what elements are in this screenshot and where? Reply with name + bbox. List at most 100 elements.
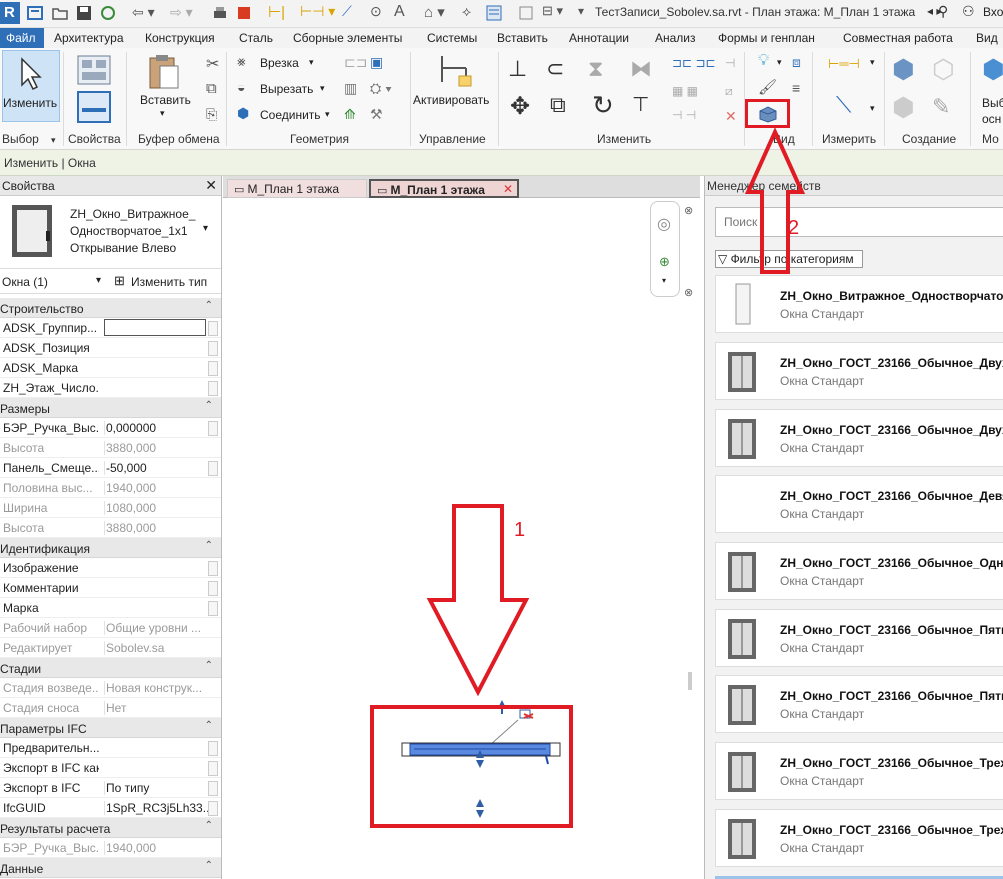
pin-icon[interactable]: ⊣: [725, 56, 735, 70]
property-section-header[interactable]: Размеры ⌃: [0, 398, 221, 418]
type-dropdown-icon[interactable]: ▾: [203, 223, 208, 234]
unpin-icon[interactable]: ⧄: [725, 84, 733, 99]
create-group-icon[interactable]: ⬢: [892, 92, 915, 123]
close-hidden-icon[interactable]: [518, 5, 534, 21]
property-section-header[interactable]: Результаты расчета ⌃: [0, 818, 221, 838]
property-associate-button[interactable]: [208, 421, 218, 436]
split-icon[interactable]: ⊐⊏ ⊐⊏: [672, 56, 716, 70]
section-icon[interactable]: ⟡: [462, 3, 471, 20]
app-logo[interactable]: R: [0, 2, 20, 24]
export-icon[interactable]: [236, 5, 252, 21]
activate-label[interactable]: Активировать: [413, 93, 489, 107]
join-icon[interactable]: ⬢: [237, 105, 249, 122]
property-associate-button[interactable]: [208, 341, 218, 356]
tab-steel[interactable]: Сталь: [239, 31, 273, 45]
create-assembly-icon[interactable]: ⬢: [892, 54, 915, 85]
property-section-header[interactable]: Стадии ⌃: [0, 658, 221, 678]
collapse-caret-icon[interactable]: ⌃: [205, 400, 213, 411]
mirror-axis-icon[interactable]: ⧗: [588, 56, 603, 82]
edit-type-button[interactable]: Изменить тип: [131, 275, 207, 289]
home-icon[interactable]: [27, 5, 43, 21]
view-dropdown-icon[interactable]: ▾: [777, 57, 782, 68]
tab-annotate[interactable]: Аннотации: [569, 31, 629, 45]
mirror-draw-icon[interactable]: ⧓: [630, 56, 652, 82]
scale-icon[interactable]: ⊣ ⊣: [672, 108, 696, 122]
split-face-icon[interactable]: ▣: [370, 54, 383, 71]
hammer-icon[interactable]: ⚒: [370, 106, 383, 123]
zoom-icon[interactable]: ⊕: [659, 254, 670, 270]
user-icon[interactable]: ⚇: [962, 3, 975, 20]
open-icon[interactable]: [52, 5, 68, 21]
override-graphics-button[interactable]: [745, 99, 790, 128]
cope-dropdown-icon[interactable]: ▾: [309, 57, 314, 68]
linestyle-icon[interactable]: ≡: [792, 80, 800, 96]
view-tab-inactive[interactable]: ▭ М_План 1 этажа: [227, 179, 367, 198]
property-section-header[interactable]: Строительство ⌃: [0, 298, 221, 318]
wall-joins-icon[interactable]: ⊏⊐: [344, 54, 367, 71]
close-icon[interactable]: ✕: [205, 177, 217, 194]
instance-selector[interactable]: Окна (1) ▾ ⊞ Изменить тип: [0, 270, 221, 294]
cut-geometry-icon[interactable]: ◒: [237, 79, 245, 95]
family-list-item[interactable]: ZH_Окно_ГОСТ_23166_Обычное_Девя Окна Стан…: [715, 475, 1003, 533]
property-value[interactable]: 1SpR_RC3j5Lh33...: [104, 801, 208, 815]
family-list-item[interactable]: ZH_Окно_Витражное_Одностворчато Окна Стан…: [715, 275, 1003, 333]
tab-insert[interactable]: Вставить: [497, 31, 548, 45]
collapse-caret-icon[interactable]: ⌃: [205, 660, 213, 671]
offset-icon[interactable]: ⊂: [546, 56, 564, 82]
print-icon[interactable]: [212, 5, 228, 21]
select-host-label2[interactable]: осн: [982, 112, 1001, 126]
measure-icon[interactable]: ⊢|: [268, 3, 285, 21]
property-value[interactable]: -50,000: [104, 461, 208, 475]
demolish-icon[interactable]: ⛭ ▾: [370, 80, 392, 97]
copy-icon[interactable]: ⧉: [206, 80, 217, 97]
splitter-handle[interactable]: [688, 672, 692, 690]
property-associate-button[interactable]: [208, 781, 218, 796]
tab-analyze[interactable]: Анализ: [655, 31, 696, 45]
select-host-label1[interactable]: Выб: [982, 96, 1003, 110]
property-section-header[interactable]: Данные ⌃: [0, 858, 221, 878]
cope-label[interactable]: Врезка: [260, 56, 299, 70]
save-icon[interactable]: [76, 5, 92, 21]
sync-icon[interactable]: [100, 5, 116, 21]
match-type-icon[interactable]: ⎘: [206, 106, 217, 123]
family-list-item[interactable]: ZH_Окно_ГОСТ_23166_Обычное_Трех Окна Стан…: [715, 742, 1003, 800]
modify-button[interactable]: Изменить: [2, 50, 60, 122]
property-associate-button[interactable]: [208, 601, 218, 616]
tab-architecture[interactable]: Архитектура: [54, 31, 124, 45]
scissors-icon[interactable]: ✂: [206, 54, 219, 74]
linework-icon[interactable]: ⟰: [344, 106, 356, 123]
collapse-caret-icon[interactable]: ⌃: [205, 300, 213, 311]
tab-precast[interactable]: Сборные элементы: [293, 31, 402, 45]
nav-dropdown-icon[interactable]: ▾: [662, 276, 666, 285]
family-list-item[interactable]: ZH_Окно_ГОСТ_23166_Обычное_Двух Окна Стан…: [715, 409, 1003, 467]
collapse-caret-icon[interactable]: ⌃: [205, 820, 213, 831]
collapse-caret-icon[interactable]: ⌃: [205, 720, 213, 731]
family-list-item[interactable]: ZH_Окно_ГОСТ_23166_Обычное_Трех Окна Стан…: [715, 809, 1003, 867]
undo-icon[interactable]: ⇦ ▾: [132, 4, 155, 21]
redo-icon[interactable]: ⇨ ▾: [170, 4, 193, 21]
tab-collaborate[interactable]: Совместная работа: [843, 31, 953, 45]
property-associate-button[interactable]: [208, 741, 218, 756]
instance-selector-label[interactable]: Окна (1): [2, 275, 48, 289]
3d-view-icon[interactable]: ⌂ ▾: [424, 3, 445, 21]
type-selector[interactable]: ZH_Окно_Витражное_ Одностворчатое_1x1 От…: [0, 197, 221, 269]
edit-type-icon[interactable]: ⊞: [114, 273, 125, 289]
switch-windows-icon[interactable]: ⊟ ▾: [542, 3, 563, 19]
family-list-item[interactable]: ZH_Окно_ГОСТ_23166_Обычное_Пяти Окна Стан…: [715, 675, 1003, 733]
property-associate-button[interactable]: [208, 801, 218, 816]
thin-lines-icon[interactable]: [486, 5, 502, 21]
login-label[interactable]: Вхо: [983, 5, 1003, 19]
property-value[interactable]: 0,000000: [104, 421, 208, 435]
select-dropdown-icon[interactable]: ▾: [51, 135, 56, 146]
bulb-icon[interactable]: 💡︎: [758, 52, 769, 70]
join-dropdown-icon[interactable]: ▾: [325, 109, 330, 120]
paste-label[interactable]: Вставить: [140, 93, 191, 107]
paste-dropdown-icon[interactable]: ▾: [160, 108, 165, 119]
instance-dropdown-icon[interactable]: ▾: [96, 275, 101, 286]
tag-icon[interactable]: ⟋: [342, 3, 352, 20]
dimension-icon[interactable]: ⊢⊣ ▾: [300, 3, 335, 20]
trim-icon[interactable]: ⊤: [632, 92, 649, 117]
group-label-select[interactable]: Выбор: [2, 132, 39, 146]
property-associate-button[interactable]: [208, 761, 218, 776]
nav-collapse-icon[interactable]: ⊗: [684, 204, 693, 217]
